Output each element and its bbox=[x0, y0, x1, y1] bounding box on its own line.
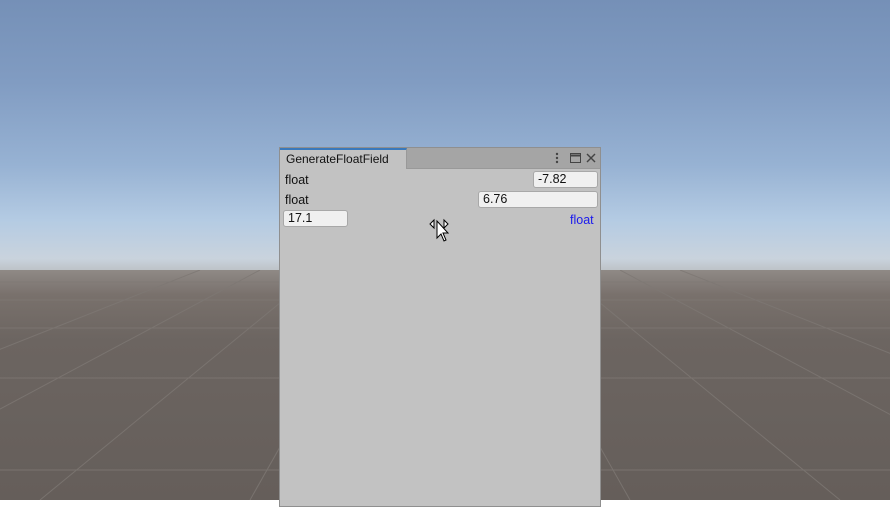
resize-horizontal-cursor-icon bbox=[429, 218, 451, 246]
float-field-input[interactable]: 6.76 bbox=[478, 191, 598, 208]
maximize-icon[interactable] bbox=[568, 151, 582, 165]
close-icon[interactable] bbox=[584, 151, 598, 165]
window-tab[interactable]: GenerateFloatField bbox=[280, 148, 407, 169]
float-field-label: float bbox=[285, 173, 309, 187]
more-options-icon[interactable] bbox=[550, 151, 564, 165]
float-field-label: float bbox=[570, 213, 594, 227]
window-titlebar: GenerateFloatField bbox=[280, 148, 600, 169]
float-field-input[interactable]: 17.1 bbox=[283, 210, 348, 227]
editor-window: GenerateFloatField float -7.82 float 6.7… bbox=[279, 147, 601, 507]
float-field-label: float bbox=[285, 193, 309, 207]
float-field-input[interactable]: -7.82 bbox=[533, 171, 598, 188]
window-tab-title: GenerateFloatField bbox=[286, 152, 389, 166]
